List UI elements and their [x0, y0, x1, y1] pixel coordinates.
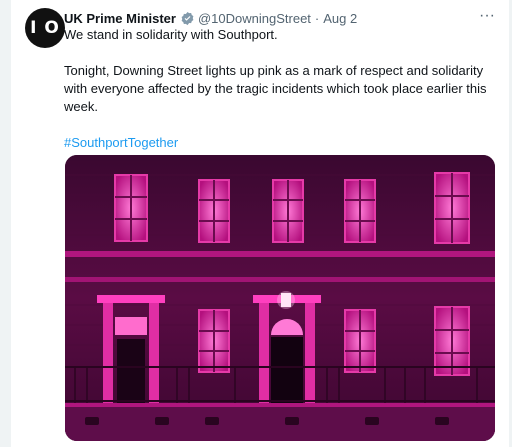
- verified-badge-icon: [181, 11, 194, 25]
- hashtag-link[interactable]: #SouthportTogether: [64, 134, 178, 152]
- tweet-text-paragraph: Tonight, Downing Street lights up pink a…: [64, 63, 487, 114]
- author-handle[interactable]: @10DowningStreet: [198, 11, 311, 26]
- tweet-header: UK Prime Minister @10DowningStreet · Aug…: [64, 9, 357, 27]
- author-name[interactable]: UK Prime Minister: [64, 11, 176, 26]
- tweet-date[interactable]: Aug 2: [323, 11, 357, 26]
- more-horizontal-icon[interactable]: ···: [477, 8, 497, 28]
- tweet-photo[interactable]: [65, 155, 495, 441]
- tweet-text: We stand in solidarity with Southport. T…: [64, 26, 504, 152]
- avatar[interactable]: I O: [25, 8, 65, 48]
- photo-icon: [65, 155, 495, 441]
- tweet-card[interactable]: I O UK Prime Minister @10DowningStreet ·…: [11, 0, 509, 447]
- tweet-text-line1: We stand in solidarity with Southport.: [64, 27, 278, 42]
- left-rail: [0, 0, 11, 447]
- separator-dot: ·: [314, 10, 320, 26]
